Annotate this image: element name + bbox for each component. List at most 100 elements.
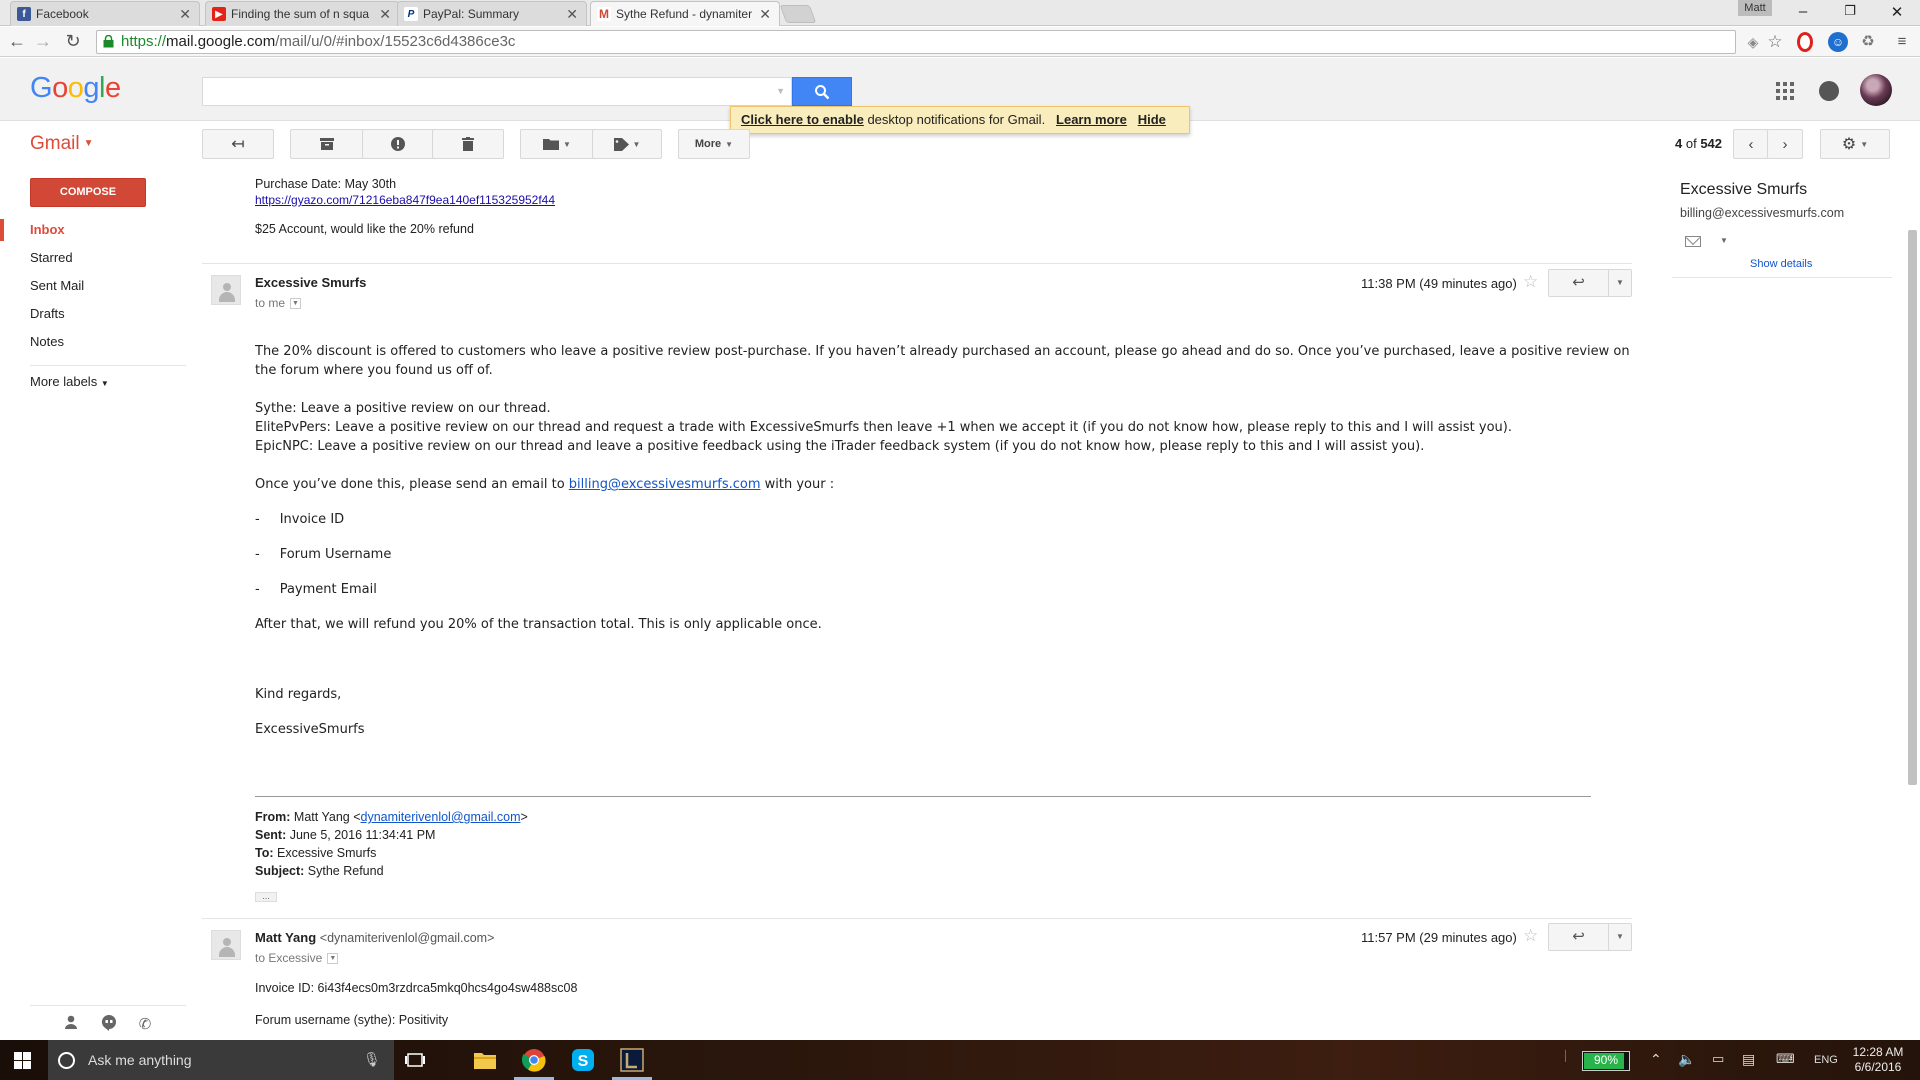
volume-icon[interactable]: 🔈: [1678, 1051, 1695, 1068]
enable-notifications-link[interactable]: Click here to enable: [741, 112, 864, 127]
close-tab-icon[interactable]: ✕: [179, 6, 191, 23]
browser-tab-strip: f Facebook ✕ ▶ Finding the sum of n squa…: [0, 0, 1920, 26]
move-to-button[interactable]: ▼: [520, 129, 594, 159]
search-input[interactable]: ▼: [202, 77, 792, 106]
tab-paypal[interactable]: P PayPal: Summary ✕: [397, 1, 587, 26]
google-logo[interactable]: Google: [30, 72, 121, 105]
language-indicator[interactable]: ENG: [1814, 1054, 1838, 1066]
learn-more-link[interactable]: Learn more: [1056, 112, 1127, 127]
close-tab-icon[interactable]: ✕: [759, 6, 771, 23]
folder-icon: [543, 139, 560, 150]
show-details-link[interactable]: Show details: [1750, 258, 1812, 270]
search-button[interactable]: [792, 77, 852, 106]
body-send-email-line: Once you’ve done this, please send an em…: [255, 477, 834, 492]
sidebar-item-drafts[interactable]: Drafts: [30, 306, 65, 321]
opera-icon[interactable]: [1797, 32, 1813, 52]
close-tab-icon[interactable]: ✕: [566, 6, 578, 23]
sender-name[interactable]: Matt Yang: [255, 930, 316, 945]
sidebar-item-starred[interactable]: Starred: [30, 250, 73, 265]
back-to-inbox-button[interactable]: ↤: [202, 129, 274, 159]
sidebar-item-sent-mail[interactable]: Sent Mail: [30, 278, 84, 293]
gmail-label: Gmail: [30, 133, 80, 154]
details-dropdown-icon[interactable]: ▼: [290, 298, 302, 310]
sender-avatar: [211, 275, 241, 305]
gyazo-link[interactable]: https://gyazo.com/71216eba847f9ea140ef11…: [255, 193, 555, 207]
hide-link[interactable]: Hide: [1138, 112, 1166, 127]
windows-start-icon[interactable]: [14, 1052, 31, 1069]
close-tab-icon[interactable]: ✕: [379, 6, 391, 23]
body-epicnpc-line: EpicNPC: Leave a positive review on our …: [255, 439, 1425, 454]
settings-button[interactable]: ⚙ ▼: [1820, 129, 1890, 159]
back-arrow-icon[interactable]: ←: [6, 31, 28, 52]
minimize-icon[interactable]: –: [1788, 3, 1818, 20]
newer-button[interactable]: ‹: [1733, 129, 1769, 159]
more-labels-toggle[interactable]: More labels ▼: [30, 374, 109, 389]
action-center-icon[interactable]: ▤: [1742, 1051, 1755, 1068]
older-button[interactable]: ›: [1767, 129, 1803, 159]
gmail-menu[interactable]: Gmail ▼: [30, 133, 94, 155]
recycle-icon[interactable]: ♻: [1858, 32, 1878, 52]
recipient-summary[interactable]: to me ▼: [255, 296, 302, 310]
phone-icon[interactable]: ✆: [136, 1015, 154, 1033]
tab-gmail[interactable]: M Sythe Refund - dynamiter ✕: [590, 1, 780, 26]
task-view-icon[interactable]: [395, 1044, 435, 1076]
new-tab-button[interactable]: [779, 5, 817, 23]
details-dropdown-icon[interactable]: ▼: [327, 953, 339, 965]
archive-button[interactable]: [290, 129, 364, 159]
send-email-prefix: Once you’ve done this, please send an em…: [255, 477, 569, 492]
clock[interactable]: 12:28 AM 6/6/2016: [1848, 1045, 1908, 1075]
tab-facebook[interactable]: f Facebook ✕: [10, 1, 200, 26]
restore-icon[interactable]: ❐: [1835, 3, 1865, 19]
tab-youtube[interactable]: ▶ Finding the sum of n squa ✕: [205, 1, 400, 26]
apps-grid-icon[interactable]: [1776, 82, 1794, 100]
show-trimmed-content-button[interactable]: ...: [255, 892, 277, 902]
reload-icon[interactable]: ↻: [62, 31, 84, 52]
report-spam-button[interactable]: [362, 129, 434, 159]
person-icon[interactable]: [62, 1015, 80, 1033]
compose-button[interactable]: COMPOSE: [30, 178, 146, 207]
sidebar-item-inbox[interactable]: Inbox: [30, 222, 65, 237]
hangouts-icon[interactable]: [100, 1014, 118, 1033]
sidebar-item-notes[interactable]: Notes: [30, 334, 64, 349]
billing-email-link[interactable]: billing@excessivesmurfs.com: [569, 477, 761, 492]
contact-options-dropdown-icon[interactable]: ▼: [1720, 236, 1728, 245]
cortana-search-box[interactable]: Ask me anything 🎙: [48, 1040, 394, 1080]
file-explorer-icon[interactable]: [465, 1044, 505, 1076]
tray-overflow-icon[interactable]: ⌃: [1650, 1051, 1662, 1068]
recipient-summary[interactable]: to Excessive ▼: [255, 951, 339, 965]
labels-button[interactable]: ▼: [592, 129, 662, 159]
network-icon[interactable]: ▭: [1712, 1051, 1724, 1067]
more-actions-dropdown-icon[interactable]: ▼: [1609, 270, 1631, 296]
keyboard-icon[interactable]: ⌨: [1776, 1051, 1795, 1067]
star-icon[interactable]: ☆: [1523, 926, 1538, 946]
extension-eye-icon[interactable]: ◈: [1743, 32, 1763, 52]
notifications-bell-icon[interactable]: [1819, 81, 1839, 101]
page-scrollbar[interactable]: [1908, 230, 1917, 785]
quoted-to-value: Excessive Smurfs: [277, 846, 377, 860]
more-actions-dropdown-icon[interactable]: ▼: [1609, 924, 1631, 950]
chat-extension-icon[interactable]: ☺: [1828, 32, 1848, 52]
email-envelope-icon[interactable]: [1685, 236, 1701, 247]
search-icon: [815, 84, 830, 99]
profile-button[interactable]: Matt: [1738, 0, 1772, 16]
address-bar[interactable]: https://mail.google.com/mail/u/0/#inbox/…: [96, 30, 1736, 54]
battery-indicator[interactable]: 90%: [1582, 1051, 1630, 1071]
league-of-legends-icon[interactable]: [612, 1044, 652, 1080]
more-button[interactable]: More ▼: [678, 129, 750, 159]
microphone-icon[interactable]: 🎙: [363, 1051, 381, 1068]
menu-icon[interactable]: ≡: [1892, 32, 1912, 52]
sender-name[interactable]: Excessive Smurfs: [255, 275, 366, 290]
bookmark-star-icon[interactable]: ☆: [1765, 32, 1785, 52]
close-window-icon[interactable]: ✕: [1882, 3, 1912, 21]
list-item-text: Invoice ID: [279, 512, 345, 527]
reply-icon[interactable]: ↩: [1549, 270, 1609, 296]
reply-icon[interactable]: ↩: [1549, 924, 1609, 950]
chrome-taskbar-icon[interactable]: [514, 1044, 554, 1080]
account-avatar[interactable]: [1860, 74, 1892, 106]
delete-button[interactable]: [432, 129, 504, 159]
search-options-icon[interactable]: ▼: [776, 86, 785, 96]
forward-arrow-icon[interactable]: →: [32, 31, 54, 52]
skype-icon[interactable]: S: [563, 1044, 603, 1076]
quoted-from-email-link[interactable]: dynamiterivenlol@gmail.com: [361, 810, 521, 824]
star-icon[interactable]: ☆: [1523, 272, 1538, 292]
